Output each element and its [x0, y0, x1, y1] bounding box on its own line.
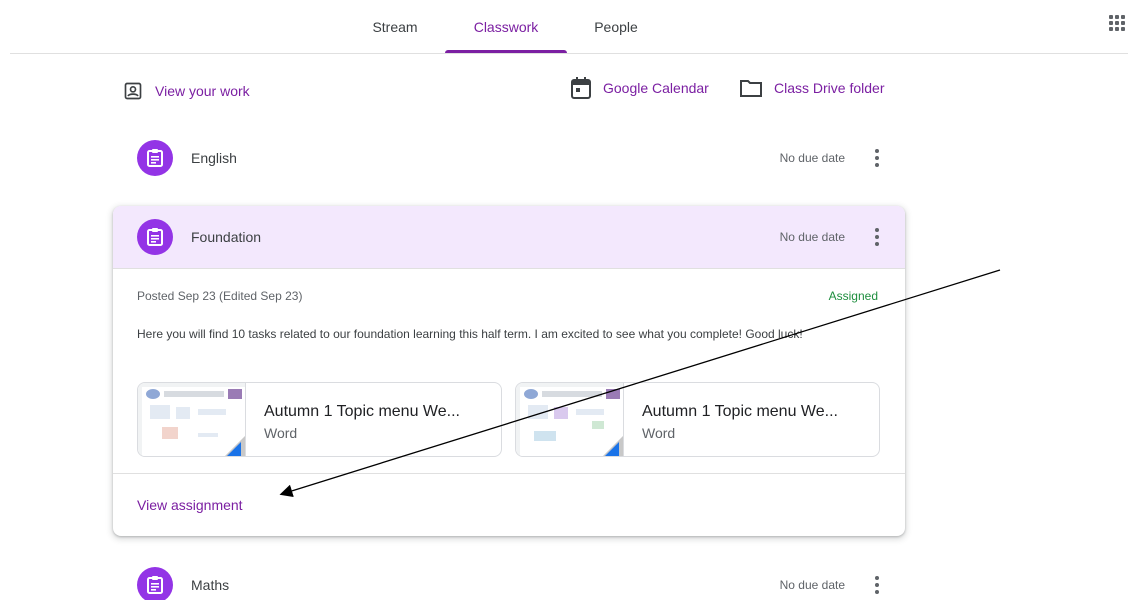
more-vert-icon[interactable] — [875, 149, 879, 167]
card-divider — [113, 473, 905, 474]
topic-title: Foundation — [191, 229, 262, 245]
apps-grid-icon[interactable] — [1104, 10, 1128, 34]
assignment-card-foundation: Foundation No due date Posted Sep 23 (Ed… — [113, 206, 905, 536]
word-file-icon — [227, 442, 241, 456]
view-your-work-label: View your work — [155, 83, 250, 99]
assignment-icon — [137, 567, 173, 600]
tab-people[interactable]: People — [578, 0, 654, 54]
google-calendar-label: Google Calendar — [603, 80, 709, 96]
attachment-thumbnail — [138, 383, 246, 456]
card-header-foundation[interactable]: Foundation No due date — [113, 206, 905, 269]
google-calendar-link[interactable]: Google Calendar — [571, 77, 709, 99]
attachment-type: Word — [264, 425, 298, 441]
class-drive-folder-label: Class Drive folder — [774, 80, 885, 96]
due-date: No due date — [779, 230, 845, 244]
more-vert-icon[interactable] — [875, 228, 879, 246]
due-date: No due date — [779, 151, 845, 165]
portrait-icon — [124, 82, 142, 100]
topic-title: English — [191, 150, 237, 166]
word-file-icon — [605, 442, 619, 456]
topic-row-maths[interactable]: Maths No due date — [113, 554, 905, 600]
due-date: No due date — [779, 578, 845, 592]
attachment-thumbnail — [516, 383, 624, 456]
topic-row-english[interactable]: English No due date — [113, 127, 905, 189]
attachment-type: Word — [642, 425, 676, 441]
folder-icon — [740, 80, 762, 97]
attachment-title: Autumn 1 Topic menu We... — [642, 403, 838, 420]
tab-stream[interactable]: Stream — [356, 0, 434, 54]
calendar-icon — [571, 77, 591, 99]
view-assignment-link[interactable]: View assignment — [137, 497, 243, 513]
assignment-icon — [137, 140, 173, 176]
assignment-description: Here you will find 10 tasks related to o… — [137, 327, 803, 341]
nav-divider — [10, 53, 1128, 54]
tab-classwork[interactable]: Classwork — [445, 0, 567, 54]
attachment-card[interactable]: Autumn 1 Topic menu We... Word — [515, 382, 880, 457]
top-nav: Stream Classwork People — [0, 0, 1138, 54]
view-your-work-link[interactable]: View your work — [123, 80, 250, 102]
posted-date: Posted Sep 23 (Edited Sep 23) — [137, 289, 303, 303]
status-badge: Assigned — [828, 289, 878, 303]
topic-title: Maths — [191, 577, 230, 593]
more-vert-icon[interactable] — [875, 576, 879, 594]
attachment-card[interactable]: Autumn 1 Topic menu We... Word — [137, 382, 502, 457]
class-drive-folder-link[interactable]: Class Drive folder — [740, 77, 884, 99]
attachment-title: Autumn 1 Topic menu We... — [264, 403, 460, 420]
assignment-icon — [137, 219, 173, 255]
